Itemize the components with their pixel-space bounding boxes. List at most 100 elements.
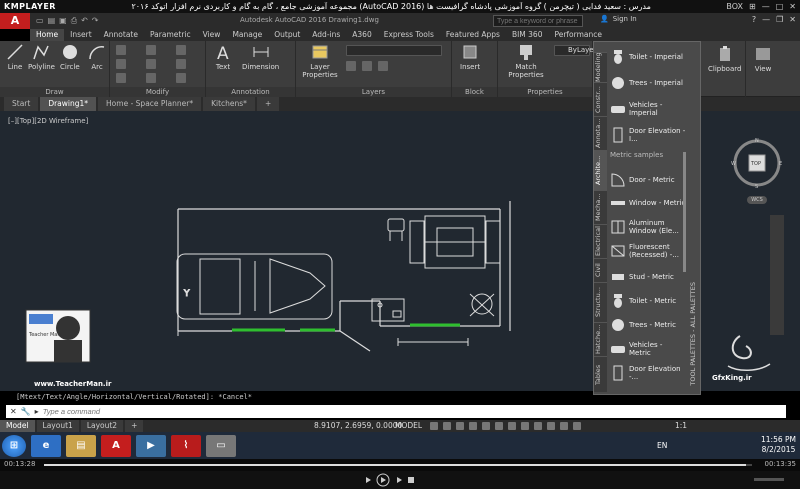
doc-tab-drawing1[interactable]: Drawing1*: [40, 97, 97, 111]
move-icon[interactable]: [116, 45, 126, 55]
tool-palette-scrollbar[interactable]: [683, 152, 686, 272]
command-close-icon[interactable]: ✕: [10, 407, 17, 416]
fillet-icon[interactable]: [176, 59, 186, 69]
prev-icon[interactable]: [366, 477, 371, 483]
tab-a360[interactable]: A360: [346, 29, 377, 41]
tab-view[interactable]: View: [197, 29, 227, 41]
autocad-taskbar-icon[interactable]: A: [101, 434, 131, 457]
tab-manage[interactable]: Manage: [226, 29, 268, 41]
chair-block[interactable]: [387, 218, 405, 241]
modify-panel-title[interactable]: Modify: [110, 87, 205, 97]
media-player-icon[interactable]: ▶: [136, 434, 166, 457]
layers-panel-title[interactable]: Layers: [296, 87, 451, 97]
layer-tool-icon[interactable]: [378, 61, 388, 71]
doc-tab-start[interactable]: Start: [4, 97, 39, 111]
tab-insert[interactable]: Insert: [64, 29, 98, 41]
tp-item-trees-metric[interactable]: Trees - Metric: [610, 317, 686, 333]
tp-item-toilet-imperial[interactable]: Toilet - Imperial: [610, 49, 686, 65]
close-icon[interactable]: ✕: [789, 15, 796, 24]
polyline-button[interactable]: Polyline: [28, 43, 55, 71]
block-panel-title[interactable]: Block: [452, 87, 497, 97]
dimension-line[interactable]: [397, 338, 469, 346]
seek-bar[interactable]: [44, 464, 752, 466]
dining-table-block[interactable]: [409, 215, 501, 269]
stove-block[interactable]: [371, 298, 405, 322]
match-properties-button[interactable]: Match Properties: [506, 43, 546, 79]
tp-item-door-metric[interactable]: Door - Metric: [610, 172, 686, 188]
player-box-button[interactable]: BOX: [726, 2, 743, 11]
internet-explorer-icon[interactable]: e: [31, 434, 61, 457]
rotate-icon[interactable]: [146, 45, 156, 55]
line-button[interactable]: Line: [6, 43, 24, 71]
open-icon[interactable]: ▤: [48, 16, 56, 26]
player-pin-button[interactable]: ⊞: [749, 2, 756, 11]
clipboard-button[interactable]: Clipboard: [708, 45, 741, 73]
layout-tab-layout2[interactable]: Layout2: [80, 420, 124, 432]
viewcube[interactable]: TOP N W E S: [729, 137, 785, 193]
tab-add-ins[interactable]: Add-ins: [306, 29, 346, 41]
redo-icon[interactable]: ↷: [92, 16, 99, 26]
tp-tab-structural[interactable]: Structu...: [594, 282, 607, 322]
document-icon[interactable]: ▭: [206, 434, 236, 457]
tab-express-tools[interactable]: Express Tools: [378, 29, 440, 41]
tp-item-toilet-metric[interactable]: Toilet - Metric: [610, 293, 686, 309]
tp-item-vehicles-metric[interactable]: Vehicles - Metric: [610, 341, 686, 357]
mirror-icon[interactable]: [146, 59, 156, 69]
tab-annotate[interactable]: Annotate: [98, 29, 144, 41]
doc-tab-kitchens[interactable]: Kitchens*: [203, 97, 255, 111]
player-maximize-button[interactable]: □: [776, 2, 784, 11]
view-button[interactable]: View: [754, 45, 772, 73]
file-explorer-icon[interactable]: ▤: [66, 434, 96, 457]
tp-item-door-elevation-metric[interactable]: Door Elevation -...: [610, 365, 686, 381]
circle-button[interactable]: Circle: [60, 43, 80, 71]
application-menu-button[interactable]: A: [0, 13, 30, 29]
annotation-scale[interactable]: 1:1: [675, 420, 687, 432]
trim-icon[interactable]: [176, 45, 186, 55]
tp-item-window-metric[interactable]: Window - Metric: [610, 195, 686, 211]
doc-tab-space-planner[interactable]: Home - Space Planner*: [98, 97, 202, 111]
snap-icon[interactable]: [443, 422, 451, 430]
workspace-icon[interactable]: [560, 422, 568, 430]
restore-icon[interactable]: ❐: [776, 15, 783, 24]
tp-item-vehicles-imperial[interactable]: Vehicles - Imperial: [610, 101, 686, 117]
coordinates-readout[interactable]: 8.9107, 2.6959, 0.0000: [314, 420, 402, 432]
car-block[interactable]: Y: [176, 253, 333, 320]
player-close-button[interactable]: ✕: [789, 2, 796, 11]
tp-tab-electrical[interactable]: Electrical: [594, 224, 607, 258]
tab-featured-apps[interactable]: Featured Apps: [440, 29, 506, 41]
layer-dropdown[interactable]: [346, 45, 442, 56]
stop-icon[interactable]: [408, 477, 414, 483]
tab-bim-360[interactable]: BIM 360: [506, 29, 549, 41]
new-layout-button[interactable]: +: [125, 420, 144, 432]
acrobat-icon[interactable]: ⌇: [171, 434, 201, 457]
new-icon[interactable]: ▭: [36, 16, 44, 26]
properties-panel-title[interactable]: Properties: [498, 87, 592, 97]
tp-tab-constraints[interactable]: Constr...: [594, 82, 607, 116]
tp-tab-annotation[interactable]: Annota...: [594, 116, 607, 150]
selection-cycling-icon[interactable]: [534, 422, 542, 430]
tp-item-fluorescent[interactable]: Fluorescent (Recessed) -...: [610, 243, 686, 259]
scale-icon[interactable]: [146, 73, 156, 83]
new-tab-button[interactable]: +: [256, 97, 280, 111]
polar-icon[interactable]: [469, 422, 477, 430]
next-icon[interactable]: [397, 477, 402, 483]
annotation-panel-title[interactable]: Annotation: [206, 87, 295, 97]
otrack-icon[interactable]: [495, 422, 503, 430]
tp-tab-tables[interactable]: Tables: [594, 356, 607, 392]
start-button[interactable]: ⊞: [2, 434, 26, 457]
tp-tab-hatches[interactable]: Hatche...: [594, 322, 607, 356]
help-icon[interactable]: ?: [752, 15, 756, 24]
tab-output[interactable]: Output: [268, 29, 306, 41]
insert-button[interactable]: Insert: [460, 43, 480, 71]
layer-properties-button[interactable]: Layer Properties: [300, 43, 340, 79]
layout-tab-model[interactable]: Model: [0, 420, 35, 432]
undo-icon[interactable]: ↶: [81, 16, 88, 26]
tp-tab-architectural[interactable]: Archite...: [594, 150, 607, 190]
command-input[interactable]: [42, 407, 343, 416]
draw-panel-title[interactable]: Draw: [0, 87, 109, 97]
tab-performance[interactable]: Performance: [548, 29, 608, 41]
search-input[interactable]: [493, 15, 583, 27]
copy-icon[interactable]: [116, 59, 126, 69]
wcs-menu[interactable]: WCS: [747, 196, 767, 204]
minimize-icon[interactable]: —: [762, 15, 770, 24]
